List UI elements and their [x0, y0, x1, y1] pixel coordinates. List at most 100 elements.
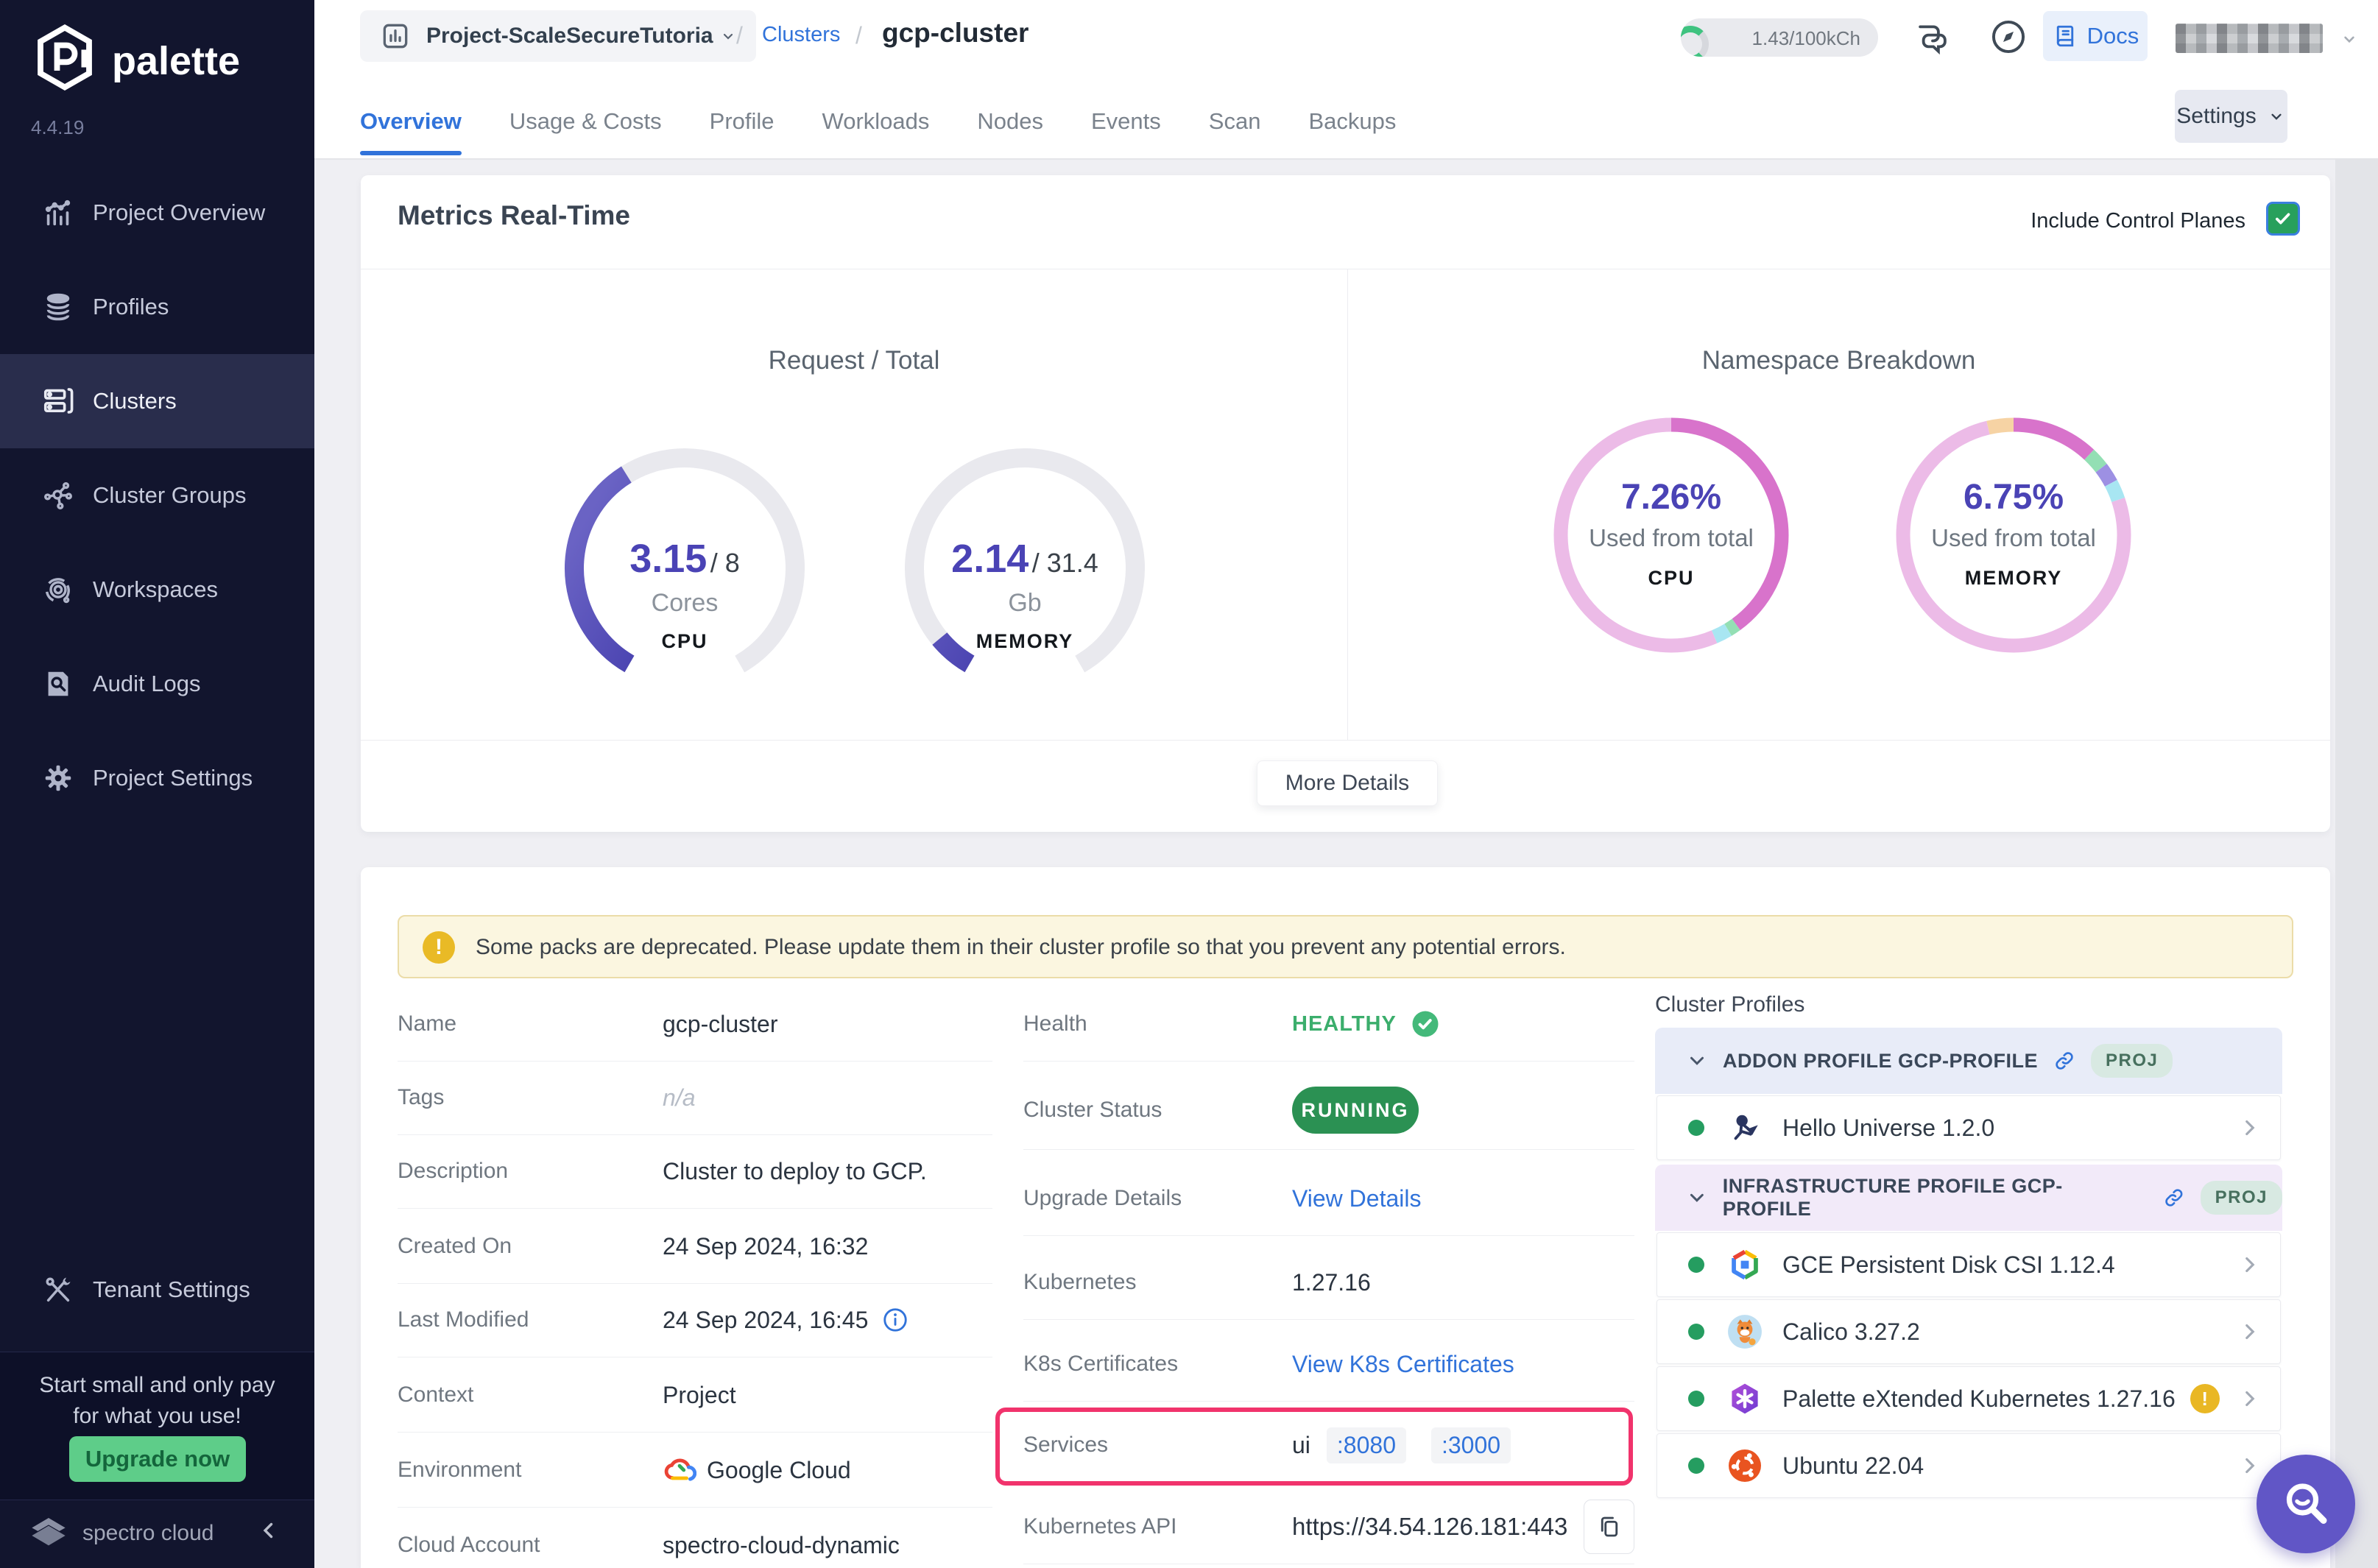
tab-usage-costs[interactable]: Usage & Costs [509, 108, 662, 155]
pack-row-palette-extended-kubernetes[interactable]: Palette eXtended Kubernetes 1.27.16 ! [1657, 1366, 2281, 1431]
magnifier-smile-icon [2279, 1477, 2332, 1530]
chevron-right-icon [2237, 1252, 2262, 1277]
chat-icon[interactable] [1913, 18, 1952, 57]
status-row-cluster-status: Cluster Status RUNNING [1023, 1071, 1634, 1150]
breadcrumb-slash: / [736, 22, 743, 49]
sidebar-item-cluster-groups[interactable]: Cluster Groups [0, 448, 314, 543]
tab-scan[interactable]: Scan [1209, 108, 1261, 155]
chevron-down-icon[interactable] [2340, 29, 2359, 49]
upgrade-text-line1: Start small and only pay [0, 1370, 314, 1401]
link-icon [2162, 1186, 2186, 1209]
service-port-link[interactable]: :3000 [1431, 1427, 1511, 1463]
sidebar-footer: spectro cloud [0, 1499, 314, 1568]
pack-row-ubuntu[interactable]: Ubuntu 22.04 [1657, 1433, 2281, 1498]
settings-button[interactable]: Settings [2175, 90, 2287, 143]
tab-events[interactable]: Events [1091, 108, 1161, 155]
tab-overview[interactable]: Overview [360, 108, 462, 155]
service-port-link[interactable]: :8080 [1327, 1427, 1406, 1463]
detail-row-cloud-account: Cloud Account spectro-cloud-dynamic [398, 1508, 992, 1568]
chevron-right-icon [2237, 1115, 2262, 1140]
service-name: ui [1292, 1432, 1310, 1459]
cpu-gauge-label: CPU [560, 630, 810, 653]
tab-profile[interactable]: Profile [710, 108, 775, 155]
pack-name: Palette eXtended Kubernetes 1.27.16 [1782, 1385, 2176, 1413]
bar-chart-icon [41, 196, 75, 230]
sidebar-item-profiles[interactable]: Profiles [0, 260, 314, 354]
include-control-planes-checkbox[interactable] [2266, 202, 2300, 236]
pack-status-dot [1688, 1458, 1704, 1474]
scroll-gutter[interactable] [2335, 158, 2378, 1568]
usage-text: 1.43/100kCh [1752, 27, 1860, 50]
sidebar-item-project-overview[interactable]: Project Overview [0, 166, 314, 260]
sidebar-item-label: Audit Logs [93, 671, 201, 697]
info-icon[interactable] [881, 1306, 909, 1334]
usage-meter[interactable]: 1.43/100kCh [1681, 18, 1878, 57]
palette-extended-kubernetes-icon [1726, 1380, 1763, 1417]
sidebar-item-label: Tenant Settings [93, 1276, 250, 1303]
warning-icon: ! [423, 931, 455, 964]
namespace-memory-percent: 6.75% [1888, 477, 2139, 518]
search-beacon-fab[interactable] [2257, 1455, 2355, 1553]
tab-backups[interactable]: Backups [1308, 108, 1396, 155]
cpu-gauge-unit: Cores [560, 589, 810, 618]
detail-row-context: Context Project [398, 1358, 992, 1433]
pack-name: GCE Persistent Disk CSI 1.12.4 [1782, 1251, 2115, 1279]
pack-row-gce-persistent-disk[interactable]: GCE Persistent Disk CSI 1.12.4 [1657, 1232, 2281, 1297]
view-details-link[interactable]: View Details [1292, 1185, 1421, 1212]
sidebar-item-label: Cluster Groups [93, 482, 246, 509]
more-details-button[interactable]: More Details [1257, 760, 1438, 806]
sidebar-item-workspaces[interactable]: Workspaces [0, 543, 314, 637]
ubuntu-icon [1726, 1447, 1763, 1484]
chevron-down-icon [2267, 107, 2286, 126]
usage-progress-icon [1681, 26, 1709, 57]
addon-scope-badge: PROJ [2091, 1044, 2173, 1078]
breadcrumb-clusters-link[interactable]: Clusters [762, 23, 840, 47]
docs-button[interactable]: Docs [2043, 11, 2148, 61]
warning-text: Some packs are deprecated. Please update… [476, 935, 1566, 960]
pack-row-calico[interactable]: Calico 3.27.2 [1657, 1299, 2281, 1364]
chevron-right-icon [2237, 1386, 2262, 1411]
namespace-cpu-percent: 7.26% [1546, 477, 1796, 518]
sidebar-item-label: Workspaces [93, 576, 218, 603]
status-row-upgrade-details: Upgrade Details View Details [1023, 1162, 1634, 1236]
sidebar-item-audit-logs[interactable]: Audit Logs [0, 637, 314, 731]
project-name: Project-ScaleSecureTutoria [426, 24, 713, 49]
status-row-k8s-certificates: K8s Certificates View K8s Certificates [1023, 1327, 1634, 1402]
collapse-sidebar-icon[interactable] [256, 1518, 281, 1543]
status-row-health: Health HEALTHY [1023, 987, 1634, 1062]
brand-wordmark: palette [112, 38, 240, 84]
link-icon [2053, 1049, 2076, 1073]
compass-icon[interactable] [1988, 16, 2029, 57]
sidebar-item-tenant-settings[interactable]: Tenant Settings [0, 1243, 314, 1337]
tab-workloads[interactable]: Workloads [822, 108, 930, 155]
project-selector[interactable]: Project-ScaleSecureTutoria [360, 10, 756, 62]
sidebar-item-clusters[interactable]: Clusters [0, 354, 314, 448]
healthy-check-icon [1410, 1009, 1441, 1039]
tab-nodes[interactable]: Nodes [977, 108, 1043, 155]
addon-profile-section-header[interactable]: ADDON PROFILE GCP-PROFILE PROJ [1655, 1028, 2282, 1094]
upgrade-text-line2: for what you use! [0, 1401, 314, 1432]
sidebar-item-project-settings[interactable]: Project Settings [0, 731, 314, 825]
infrastructure-profile-section-header[interactable]: INFRASTRUCTURE PROFILE GCP-PROFILE PROJ [1655, 1165, 2282, 1231]
upgrade-now-button[interactable]: Upgrade now [69, 1436, 246, 1482]
health-status-badge: HEALTHY [1292, 1012, 1397, 1036]
docs-label: Docs [2087, 23, 2139, 49]
tabs-bar: Overview Usage & Costs Profile Workloads… [314, 85, 2378, 160]
copy-button[interactable] [1584, 1500, 1634, 1554]
infrastructure-scope-badge: PROJ [2201, 1181, 2282, 1215]
sidebar-item-label: Clusters [93, 388, 177, 414]
calico-icon [1726, 1313, 1763, 1350]
project-chart-icon [379, 20, 412, 52]
detail-row-name: Name gcp-cluster [398, 987, 992, 1062]
user-menu[interactable] [2176, 24, 2323, 53]
kubernetes-version: 1.27.16 [1292, 1269, 1371, 1296]
page-title: gcp-cluster [882, 18, 1029, 49]
pack-row-hello-universe[interactable]: Hello Universe 1.2.0 [1657, 1095, 2281, 1160]
addon-profile-name: ADDON PROFILE GCP-PROFILE [1723, 1050, 2038, 1073]
detail-row-last-modified: Last Modified 24 Sep 2024, 16:45 [398, 1283, 992, 1357]
hello-universe-icon [1726, 1109, 1763, 1146]
view-k8s-certificates-link[interactable]: View K8s Certificates [1292, 1351, 1514, 1378]
node-graph-icon [41, 478, 75, 512]
detail-row-created-on: Created On 24 Sep 2024, 16:32 [398, 1209, 992, 1284]
pack-warning-icon: ! [2190, 1384, 2220, 1413]
